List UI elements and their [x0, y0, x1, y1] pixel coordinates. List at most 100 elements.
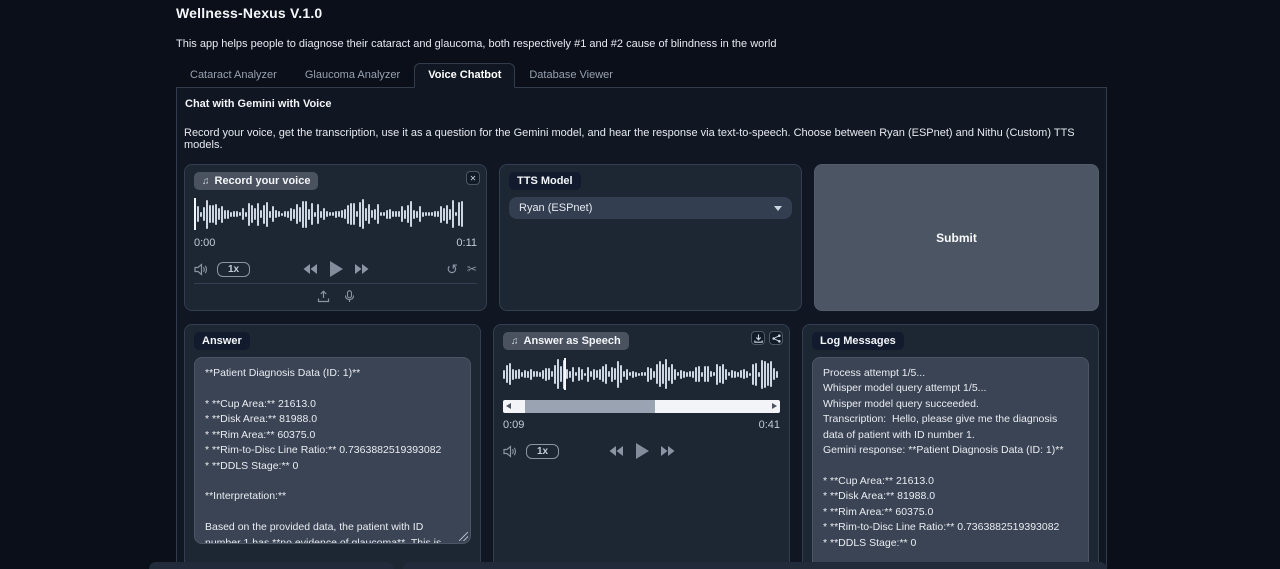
play-icon[interactable]	[634, 442, 650, 460]
speech-waveform[interactable]	[503, 357, 780, 391]
submit-button[interactable]: Submit	[814, 164, 1099, 311]
waveform-bar	[239, 212, 241, 216]
skip-backward-icon[interactable]	[608, 445, 624, 457]
waveform-bar	[299, 207, 301, 222]
waveform-bar	[218, 208, 220, 220]
waveform-bar	[338, 211, 340, 217]
waveform-bar	[665, 359, 667, 389]
play-icon[interactable]	[328, 260, 344, 278]
waveform-bar	[755, 363, 757, 386]
recorder-waveform[interactable]	[194, 197, 477, 231]
waveform-bar	[233, 211, 235, 217]
waveform-bar	[344, 209, 346, 219]
waveform-bar	[221, 206, 223, 223]
waveform-bar	[626, 369, 628, 380]
waveform-bar	[326, 211, 328, 217]
waveform-bar	[683, 371, 685, 378]
log-textarea[interactable]: Process attempt 1/5... Whisper model que…	[812, 357, 1089, 569]
waveform-bar	[212, 205, 214, 223]
waveform-bar	[728, 372, 730, 376]
answer-textarea[interactable]: **Patient Diagnosis Data (ID: 1)** * **C…	[194, 357, 471, 544]
answer-label: Answer	[194, 332, 250, 350]
waveform-bar	[614, 368, 616, 380]
download-button[interactable]	[751, 331, 765, 345]
skip-backward-icon[interactable]	[302, 263, 318, 275]
tab-database-viewer[interactable]: Database Viewer	[515, 63, 627, 87]
tab-glaucoma-analyzer[interactable]: Glaucoma Analyzer	[291, 63, 414, 87]
waveform-bar	[734, 371, 736, 378]
scroll-left-icon[interactable]	[506, 403, 511, 409]
waveform-bar	[278, 211, 280, 217]
waveform-bar	[197, 206, 199, 222]
skip-forward-icon[interactable]	[660, 445, 676, 457]
log-messages-label: Log Messages	[812, 332, 904, 350]
waveform-bar	[437, 211, 439, 217]
waveform-bar	[431, 212, 433, 216]
tts-model-label: TTS Model	[509, 172, 581, 190]
waveform-bar	[668, 367, 670, 381]
waveform-bar	[356, 211, 358, 217]
waveform-bar	[266, 202, 268, 227]
waveform-bar	[428, 212, 430, 216]
section-description: Record your voice, get the transcription…	[184, 127, 1099, 151]
close-button[interactable]: ✕	[466, 171, 480, 185]
waveform-bar	[254, 208, 256, 220]
waveform-bar	[281, 213, 283, 216]
waveform-bar	[440, 206, 442, 223]
waveform-bar	[263, 205, 265, 224]
tts-model-panel: TTS Model Ryan (ESPnet)	[499, 164, 802, 311]
waveform-bar	[209, 205, 211, 223]
waveform-bar	[635, 372, 637, 377]
waveform-bar	[455, 212, 457, 216]
waveform-bar	[446, 205, 448, 224]
waveform-bar	[722, 364, 724, 384]
waveform-bar	[539, 372, 541, 377]
waveform-bar	[284, 211, 286, 217]
app-description: This app helps people to diagnose their …	[176, 38, 1107, 50]
waveform-bar	[710, 371, 712, 377]
waveform-bar	[290, 208, 292, 221]
waveform-bar	[398, 211, 400, 217]
waveform-bar	[524, 370, 526, 378]
waveform-bar	[296, 204, 298, 224]
waveform-bar	[329, 212, 331, 216]
waveform-bar	[653, 371, 655, 378]
speech-controls: 1x	[503, 441, 780, 461]
waveform-bar	[692, 371, 694, 378]
waveform-bar	[272, 206, 274, 222]
waveform-bar	[548, 368, 550, 380]
waveform-bar	[434, 211, 436, 217]
share-button[interactable]	[769, 331, 783, 345]
speech-label-badge: ♫ Answer as Speech	[503, 332, 629, 350]
waveform-bar	[575, 372, 577, 376]
waveform-bar	[566, 369, 568, 379]
tab-bar: Cataract Analyzer Glaucoma Analyzer Voic…	[176, 63, 1107, 88]
current-time: 0:00	[194, 237, 215, 249]
resize-handle[interactable]	[459, 532, 468, 541]
waveform-bar	[251, 205, 253, 223]
waveform-bar	[443, 208, 445, 221]
close-icon: ✕	[470, 174, 477, 183]
tab-cataract-analyzer[interactable]: Cataract Analyzer	[176, 63, 291, 87]
waveform-bar	[731, 370, 733, 378]
next-row-panel-edge	[403, 562, 1107, 569]
waveform-bar	[671, 364, 673, 384]
skip-forward-icon[interactable]	[354, 263, 370, 275]
waveform-bar	[581, 369, 583, 380]
waveform-bar	[623, 371, 625, 377]
playback-cursor	[194, 198, 196, 230]
tts-model-dropdown[interactable]: Ryan (ESPnet)	[509, 197, 792, 219]
tab-voice-chatbot[interactable]: Voice Chatbot	[414, 63, 515, 88]
waveform-bar	[305, 201, 307, 228]
recorder-label: Record your voice	[215, 175, 311, 187]
waveform-scrollbar[interactable]	[503, 400, 780, 413]
microphone-icon[interactable]	[344, 290, 355, 303]
waveform-bar	[236, 211, 238, 217]
upload-icon[interactable]	[317, 290, 330, 303]
waveform-bar	[227, 210, 229, 219]
share-icon	[772, 334, 781, 343]
scroll-right-icon[interactable]	[772, 403, 777, 409]
scrollbar-thumb[interactable]	[525, 400, 655, 413]
waveform-bar	[659, 361, 661, 387]
waveform-bar	[215, 204, 217, 225]
